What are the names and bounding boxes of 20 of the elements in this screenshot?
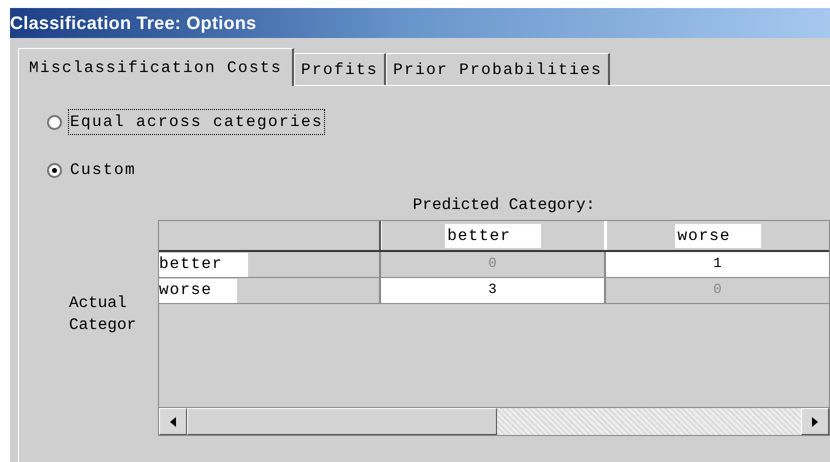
tab[interactable]: Profits xyxy=(294,53,386,85)
row-header: better xyxy=(159,252,381,277)
axis-label: Actual Categor xyxy=(69,293,138,336)
table-cell[interactable]: 3 xyxy=(381,278,606,303)
axis-label: Predicted Category: xyxy=(412,195,596,216)
radio-button[interactable] xyxy=(47,114,62,130)
row-header: worse xyxy=(159,278,381,303)
radio-label[interactable]: Equal across categories xyxy=(68,109,326,135)
window-title: Classification Tree: Options xyxy=(10,12,256,35)
left-arrow-icon xyxy=(170,416,176,426)
table-cell[interactable]: 1 xyxy=(606,252,829,277)
radio-button[interactable] xyxy=(47,162,62,178)
scrollbar-thumb[interactable] xyxy=(187,408,497,435)
scroll-right-button[interactable] xyxy=(801,408,829,435)
radio-label[interactable]: Custom xyxy=(68,157,138,183)
scroll-left-button[interactable] xyxy=(159,408,187,435)
column-header[interactable]: better xyxy=(381,221,606,250)
right-arrow-icon xyxy=(812,416,818,426)
tab[interactable]: Prior Probabilities xyxy=(386,53,610,85)
tab[interactable]: Misclassification Costs xyxy=(18,48,294,86)
